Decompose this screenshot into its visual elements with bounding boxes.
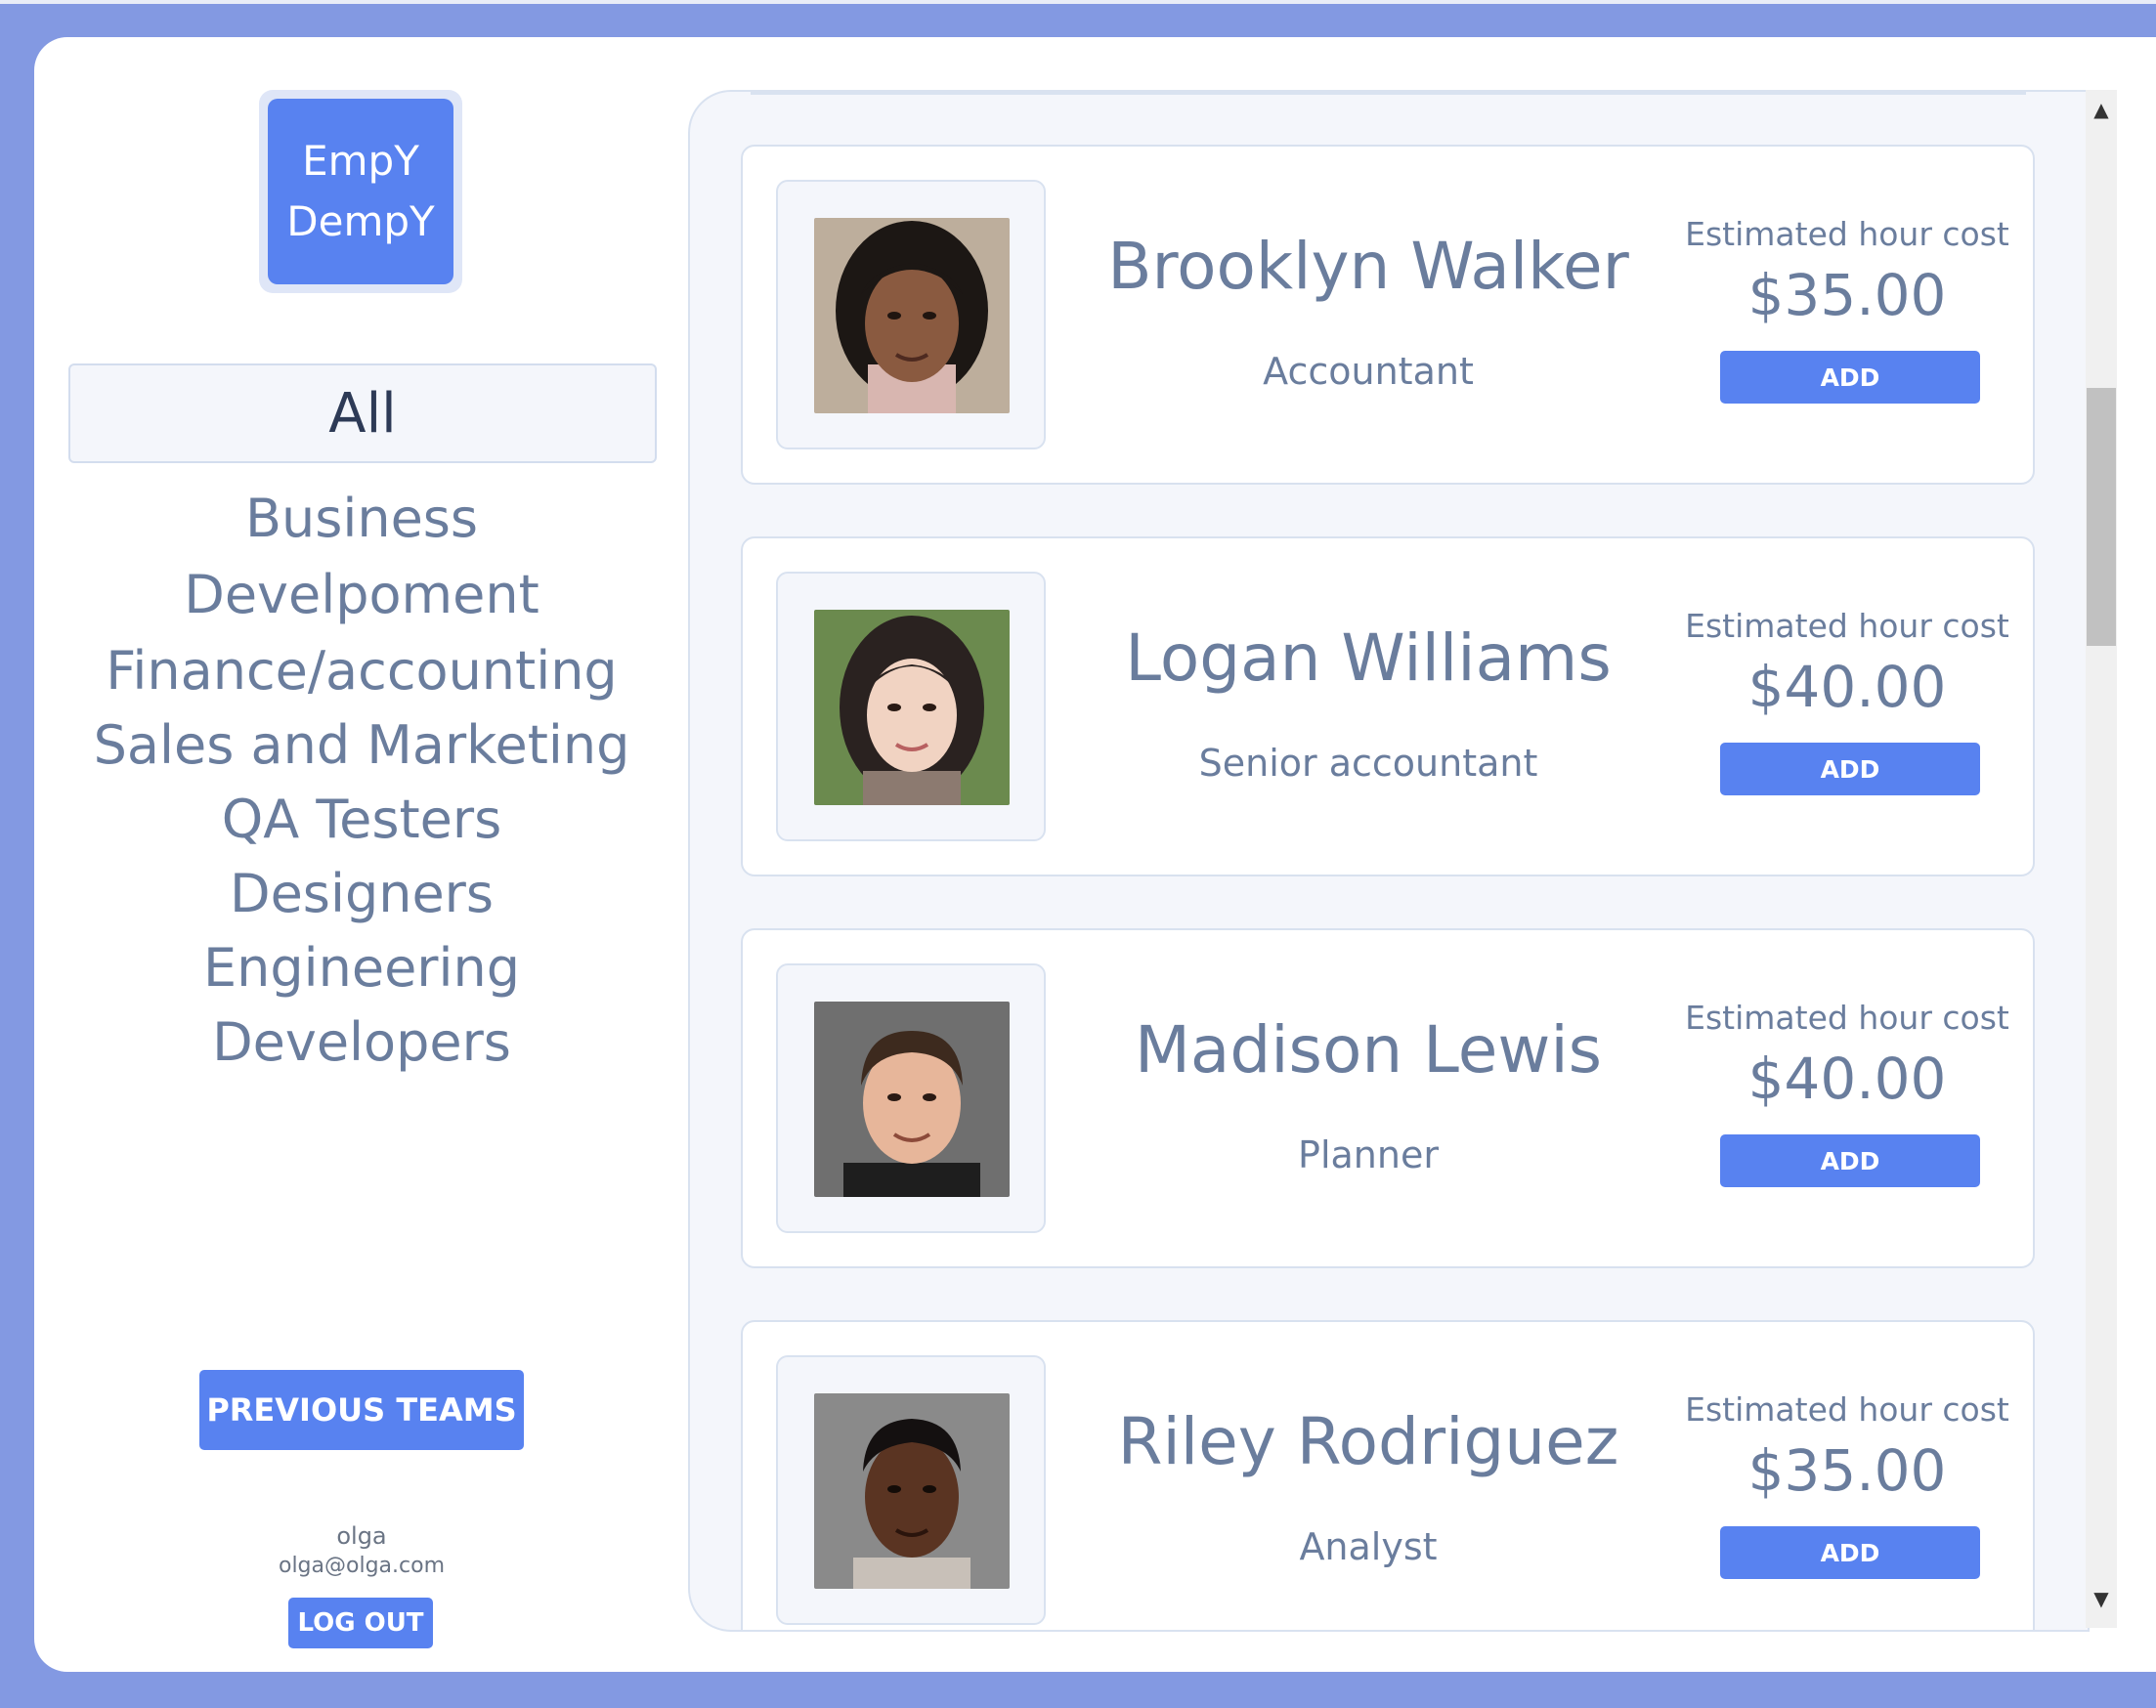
category-item-business-development[interactable]: Business Develpoment: [68, 481, 655, 633]
top-border: [0, 0, 2156, 4]
logo-line-1: EmpY: [302, 131, 419, 192]
avatar: [814, 610, 1010, 805]
previous-teams-button[interactable]: PREVIOUS TEAMS: [199, 1370, 524, 1450]
scroll-down-arrow-icon[interactable]: ▼: [2086, 1587, 2117, 1610]
add-button[interactable]: ADD: [1720, 1526, 1980, 1579]
app-logo[interactable]: EmpY DempY: [268, 99, 453, 284]
avatar-frame: [776, 963, 1046, 1233]
category-item-designers[interactable]: Designers: [68, 856, 655, 932]
employee-role: Accountant: [1075, 350, 1661, 393]
cost-value: $35.00: [1681, 262, 2013, 328]
employee-card: Brooklyn Walker Accountant Estimated hou…: [741, 145, 2035, 485]
avatar: [814, 218, 1010, 413]
list-scrollbar[interactable]: ▲ ▼: [2086, 90, 2117, 1628]
avatar-frame: [776, 180, 1046, 449]
cost-value: $35.00: [1681, 1437, 2013, 1504]
scroll-thumb[interactable]: [2087, 388, 2116, 646]
category-item-finance-accounting[interactable]: Finance/accounting: [68, 633, 655, 709]
cost-value: $40.00: [1681, 654, 2013, 720]
employee-role: Analyst: [1075, 1525, 1661, 1568]
list-top-divider: [751, 92, 2026, 95]
employee-name: Madison Lewis: [1075, 1012, 1661, 1088]
cost-label: Estimated hour cost: [1681, 215, 2013, 253]
logout-button[interactable]: LOG OUT: [288, 1598, 433, 1648]
cost-label: Estimated hour cost: [1681, 1390, 2013, 1429]
category-item-sales-marketing[interactable]: Sales and Marketing: [68, 707, 655, 784]
category-item-engineering[interactable]: Engineering: [68, 930, 655, 1006]
cost-label: Estimated hour cost: [1681, 999, 2013, 1037]
cost-label: Estimated hour cost: [1681, 607, 2013, 645]
avatar-frame: [776, 572, 1046, 841]
scroll-up-arrow-icon[interactable]: ▲: [2086, 98, 2117, 121]
employee-name: Riley Rodriguez: [1075, 1404, 1661, 1479]
cost-value: $40.00: [1681, 1046, 2013, 1112]
employee-card: Madison Lewis Planner Estimated hour cos…: [741, 928, 2035, 1268]
user-name: olga: [230, 1522, 494, 1550]
employee-name: Logan Williams: [1075, 620, 1661, 696]
employee-role: Planner: [1075, 1133, 1661, 1176]
category-item-developers[interactable]: Developers: [68, 1004, 655, 1081]
sidebar: EmpY DempY All Business Develpoment Fina…: [34, 37, 689, 1672]
category-item-qa-testers[interactable]: QA Testers: [68, 782, 655, 858]
employee-card: Logan Williams Senior accountant Estimat…: [741, 536, 2035, 876]
employee-card: Riley Rodriguez Analyst Estimated hour c…: [741, 1320, 2035, 1632]
user-email: olga@olga.com: [230, 1554, 494, 1578]
employee-list: Brooklyn Walker Accountant Estimated hou…: [688, 90, 2090, 1632]
avatar-frame: [776, 1355, 1046, 1625]
avatar: [814, 1393, 1010, 1589]
avatar: [814, 1002, 1010, 1197]
logo-line-2: DempY: [286, 192, 434, 252]
employee-name: Brooklyn Walker: [1075, 229, 1661, 304]
add-button[interactable]: ADD: [1720, 743, 1980, 795]
add-button[interactable]: ADD: [1720, 1134, 1980, 1187]
add-button[interactable]: ADD: [1720, 351, 1980, 404]
employee-role: Senior accountant: [1075, 742, 1661, 785]
category-item-all[interactable]: All: [68, 363, 657, 463]
